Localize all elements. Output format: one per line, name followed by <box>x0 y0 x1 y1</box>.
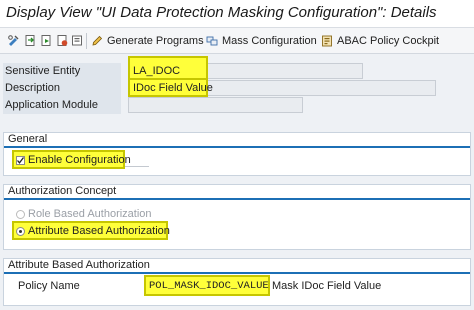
generate-programs-button[interactable]: Generate Programs <box>90 33 204 49</box>
enable-configuration-label: Enable Configuration <box>28 154 131 166</box>
application-module-field <box>128 97 303 113</box>
abac-policy-cockpit-button[interactable]: ABAC Policy Cockpit <box>320 33 439 49</box>
check-icon[interactable] <box>40 34 53 47</box>
attribute-based-authorization-label: Attribute Based Authorization <box>28 225 170 237</box>
sensitive-entity-label: Sensitive Entity <box>3 63 121 80</box>
attribute-based-authorization-title: Attribute Based Authorization <box>8 259 150 271</box>
sensitive-entity-row: Sensitive Entity LA_IDOC <box>0 56 474 82</box>
authorization-concept-group: Authorization Concept Role Based Authori… <box>3 184 471 250</box>
window-title: Display View "UI Data Protection Masking… <box>6 4 437 21</box>
role-based-authorization-radio[interactable]: Role Based Authorization <box>16 207 152 221</box>
general-group-title: General <box>8 133 48 145</box>
abac-policy-cockpit-label: ABAC Policy Cockpit <box>337 35 440 47</box>
role-based-authorization-label: Role Based Authorization <box>28 208 152 220</box>
enable-configuration-checkbox[interactable]: Enable Configuration <box>16 153 131 167</box>
description-value: IDoc Field Value <box>133 82 213 94</box>
checkbox-checked-icon <box>16 155 25 165</box>
attribute-based-authorization-radio[interactable]: Attribute Based Authorization <box>16 224 170 238</box>
activate-icon[interactable] <box>56 34 69 47</box>
description-label: Description <box>3 80 121 97</box>
radio-selected-icon <box>16 226 25 236</box>
other-entity-icon[interactable] <box>24 34 37 47</box>
generate-programs-label: Generate Programs <box>107 35 204 47</box>
policy-name-field[interactable]: POL_MASK_IDOC_VALUE <box>149 279 269 293</box>
where-used-icon[interactable] <box>71 34 84 47</box>
display-change-icon[interactable] <box>7 34 20 47</box>
title-bar: Display View "UI Data Protection Masking… <box>0 0 474 28</box>
policy-name-label: Policy Name <box>18 280 80 292</box>
authorization-concept-header: Authorization Concept <box>4 185 470 200</box>
attribute-based-authorization-group: Attribute Based Authorization Policy Nam… <box>3 258 471 306</box>
application-toolbar: Generate Programs Mass Configuration ABA… <box>0 28 474 54</box>
policy-description: Mask IDoc Field Value <box>272 280 382 292</box>
field-underline <box>125 166 149 167</box>
general-group-header: General <box>4 133 470 148</box>
mass-configuration-icon <box>205 35 218 48</box>
mass-configuration-button[interactable]: Mass Configuration <box>205 33 317 49</box>
pencil-icon <box>90 35 103 48</box>
authorization-concept-title: Authorization Concept <box>8 185 117 197</box>
sensitive-entity-value: LA_IDOC <box>133 65 181 77</box>
toolbar-separator <box>86 33 87 49</box>
description-row: Description IDoc Field Value <box>0 78 474 98</box>
general-group: General Enable Configuration <box>3 132 471 176</box>
attribute-based-authorization-header: Attribute Based Authorization <box>4 259 470 274</box>
radio-unselected-icon <box>16 209 25 219</box>
application-module-row: Application Module <box>0 97 474 115</box>
policy-cockpit-icon <box>320 35 333 48</box>
application-module-label: Application Module <box>3 97 121 114</box>
mass-configuration-label: Mass Configuration <box>222 35 317 47</box>
